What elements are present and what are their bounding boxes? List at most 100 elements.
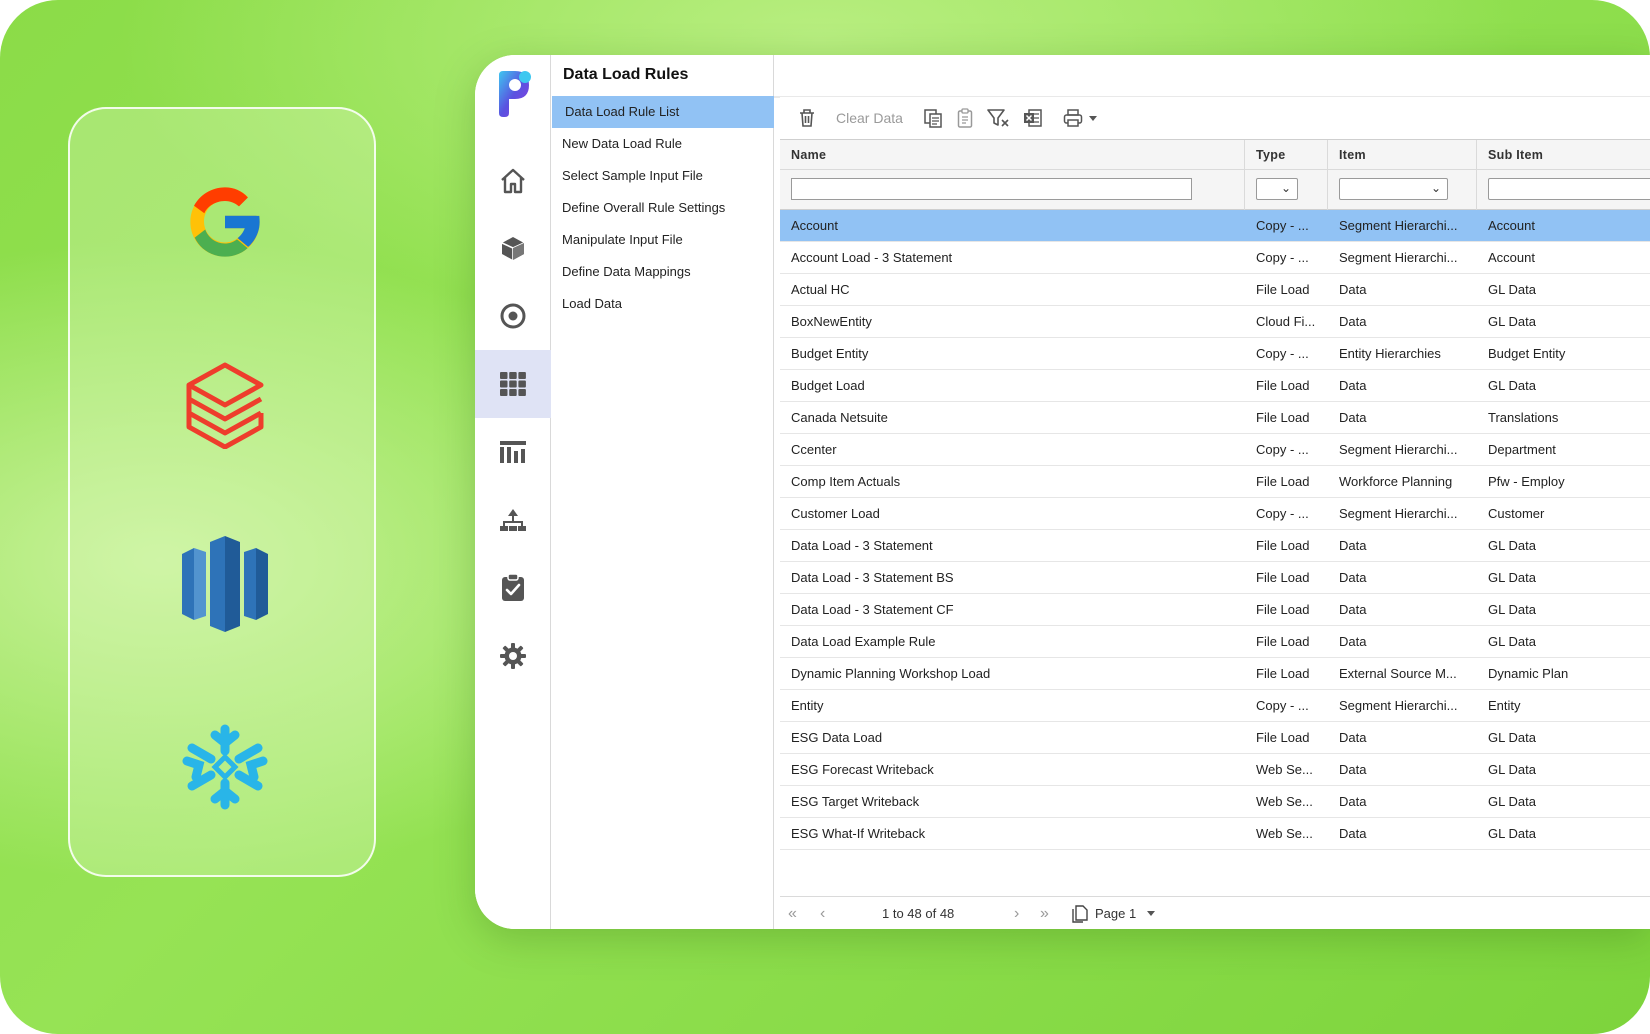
clear-filter-button[interactable] xyxy=(987,103,1009,133)
name-filter-input[interactable] xyxy=(791,178,1192,200)
next-page-icon[interactable]: › xyxy=(1014,905,1019,923)
reports-icon xyxy=(500,441,526,463)
item-filter-select[interactable]: ⌄ xyxy=(1339,178,1448,200)
column-header-item[interactable]: Item xyxy=(1339,148,1366,162)
excel-icon xyxy=(1023,109,1042,127)
table-row[interactable]: Comp Item Actuals File Load Workforce Plan… xyxy=(780,466,1650,498)
cell-item: Data xyxy=(1339,602,1367,617)
first-page-icon[interactable]: « xyxy=(788,905,797,923)
step-define-data-mappings[interactable]: Define Data Mappings xyxy=(552,256,774,288)
cell-type: Web Se... xyxy=(1256,826,1313,841)
table-row[interactable]: Data Load - 3 Statement CF File Load Data G… xyxy=(780,594,1650,626)
cell-name: Canada Netsuite xyxy=(791,410,888,425)
cell-item: Data xyxy=(1339,314,1367,329)
step-define-overall-rule-settings[interactable]: Define Overall Rule Settings xyxy=(552,192,774,224)
rail-hierarchy[interactable] xyxy=(475,486,551,554)
cell-sub-item: GL Data xyxy=(1488,378,1536,393)
cell-type: Cloud Fi... xyxy=(1256,314,1316,329)
table-row[interactable]: ESG Data Load File Load Data GL Data xyxy=(780,722,1650,754)
step-data-load-rule-list[interactable]: Data Load Rule List xyxy=(552,96,774,128)
cell-name: Actual HC xyxy=(791,282,850,297)
step-load-data[interactable]: Load Data xyxy=(552,288,774,320)
print-icon xyxy=(1063,109,1083,127)
copy-button[interactable] xyxy=(923,103,943,133)
paste-button[interactable] xyxy=(957,103,973,133)
rail-home[interactable] xyxy=(475,147,551,215)
cell-type: File Load xyxy=(1256,634,1310,649)
table-row[interactable]: Budget Load File Load Data GL Data xyxy=(780,370,1650,402)
cell-item: Segment Hierarchi... xyxy=(1339,442,1458,457)
table-row[interactable]: Data Load - 3 Statement File Load Data GL D… xyxy=(780,530,1650,562)
cell-type: File Load xyxy=(1256,666,1310,681)
column-header-sub-item[interactable]: Sub Item xyxy=(1488,148,1543,162)
clear-data-button[interactable]: Clear Data xyxy=(830,103,909,133)
rail-cube[interactable] xyxy=(475,214,551,282)
cell-item: Segment Hierarchi... xyxy=(1339,250,1458,265)
table-row[interactable]: ESG Target Writeback Web Se... Data GL Data xyxy=(780,786,1650,818)
app-logo[interactable] xyxy=(495,69,535,124)
trash-icon xyxy=(800,109,814,127)
table-row[interactable]: Data Load Example Rule File Load Data GL Da… xyxy=(780,626,1650,658)
column-header-name[interactable]: Name xyxy=(791,148,826,162)
table-row[interactable]: Dynamic Planning Workshop Load File Load E… xyxy=(780,658,1650,690)
export-excel-button[interactable] xyxy=(1023,103,1043,133)
cell-name: Account xyxy=(791,218,838,233)
rail-target[interactable] xyxy=(475,282,551,350)
table-row[interactable]: Entity Copy - ... Segment Hierarchi... Enti… xyxy=(780,690,1650,722)
delete-button[interactable] xyxy=(798,103,816,133)
cell-sub-item: GL Data xyxy=(1488,282,1536,297)
print-menu-button[interactable] xyxy=(1063,103,1099,133)
cell-sub-item: GL Data xyxy=(1488,538,1536,553)
grid-rows: Account Copy - ... Segment Hierarchi... Acc… xyxy=(780,210,1650,850)
cell-type: File Load xyxy=(1256,602,1310,617)
step-new-data-load-rule[interactable]: New Data Load Rule xyxy=(552,128,774,160)
cell-sub-item: GL Data xyxy=(1488,730,1536,745)
rail-tasks[interactable] xyxy=(475,554,551,622)
sub-item-filter-select[interactable] xyxy=(1488,178,1650,200)
step-manipulate-input-file[interactable]: Manipulate Input File xyxy=(552,224,774,256)
cell-name: Account Load - 3 Statement xyxy=(791,250,953,265)
cell-type: File Load xyxy=(1256,570,1310,585)
pagination-bar: « ‹ 1 to 48 of 48 › » Page 1 xyxy=(780,896,1650,929)
steps-list: Data Load Rule List New Data Load Rule S… xyxy=(552,96,774,320)
cell-type: Copy - ... xyxy=(1256,346,1309,361)
cell-sub-item: Account xyxy=(1488,218,1535,233)
page-select[interactable]: Page 1 xyxy=(1095,906,1156,921)
table-row[interactable]: BoxNewEntity Cloud Fi... Data GL Data xyxy=(780,306,1650,338)
column-header-type[interactable]: Type xyxy=(1256,148,1285,162)
table-row[interactable]: Budget Entity Copy - ... Entity Hierarchie… xyxy=(780,338,1650,370)
cell-item: Entity Hierarchies xyxy=(1339,346,1441,361)
table-row[interactable]: Ccenter Copy - ... Segment Hierarchi... Dep… xyxy=(780,434,1650,466)
table-row[interactable]: Data Load - 3 Statement BS File Load Data G… xyxy=(780,562,1650,594)
table-row[interactable]: Canada Netsuite File Load Data Translations xyxy=(780,402,1650,434)
copy-icon xyxy=(924,109,942,128)
step-select-sample-input-file[interactable]: Select Sample Input File xyxy=(552,160,774,192)
cell-type: Web Se... xyxy=(1256,794,1313,809)
table-row[interactable]: ESG What-If Writeback Web Se... Data GL Dat… xyxy=(780,818,1650,850)
clipboard-icon xyxy=(957,108,973,128)
table-row[interactable]: Actual HC File Load Data GL Data xyxy=(780,274,1650,306)
cell-sub-item: GL Data xyxy=(1488,826,1536,841)
cell-name: Comp Item Actuals xyxy=(791,474,901,489)
cell-type: Copy - ... xyxy=(1256,442,1309,457)
table-row[interactable]: Customer Load Copy - ... Segment Hierarchi… xyxy=(780,498,1650,530)
databricks-logo xyxy=(170,349,280,459)
last-page-icon[interactable]: » xyxy=(1040,905,1049,923)
cell-sub-item: GL Data xyxy=(1488,314,1536,329)
cell-type: Copy - ... xyxy=(1256,506,1309,521)
table-row[interactable]: Account Load - 3 Statement Copy - ... Segm… xyxy=(780,242,1650,274)
cell-item: Data xyxy=(1339,826,1367,841)
rail-settings[interactable] xyxy=(475,622,551,690)
rail-grid[interactable] xyxy=(475,350,551,418)
page-select-label: Page 1 xyxy=(1095,906,1137,921)
type-filter-select[interactable]: ⌄ xyxy=(1256,178,1298,200)
data-grid: Name Type Item Sub Item ⌄ ⌄ Account Copy … xyxy=(780,139,1650,889)
cell-type: Copy - ... xyxy=(1256,218,1309,233)
chevron-down-icon: ⌄ xyxy=(1280,181,1291,195)
rail-reports[interactable] xyxy=(475,418,551,486)
table-row[interactable]: ESG Forecast Writeback Web Se... Data GL Da… xyxy=(780,754,1650,786)
table-row[interactable]: Account Copy - ... Segment Hierarchi... Acc… xyxy=(780,210,1650,242)
filter-clear-icon xyxy=(987,109,1009,127)
previous-page-icon[interactable]: ‹ xyxy=(820,905,825,923)
cell-name: Budget Load xyxy=(791,378,865,393)
